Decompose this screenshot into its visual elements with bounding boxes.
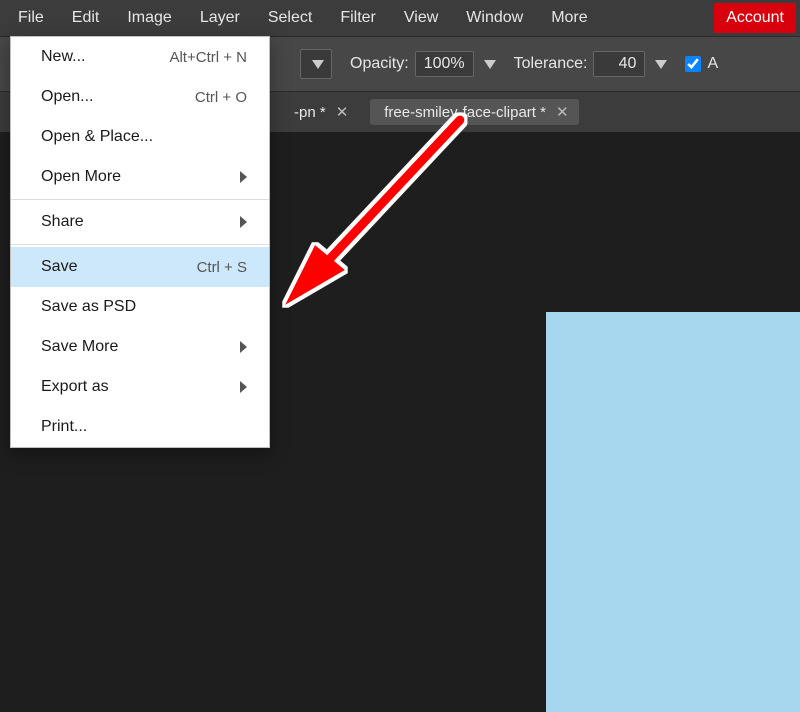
chevron-right-icon [240,216,247,228]
anti-alias-checkbox[interactable] [685,56,701,72]
menu-item-label: Export as [41,378,109,396]
account-button[interactable]: Account [714,3,796,33]
menu-open-and-place[interactable]: Open & Place... [11,117,269,157]
menu-save-as-psd[interactable]: Save as PSD [11,287,269,327]
menu-item-shortcut: Ctrl + S [197,259,247,276]
menu-item-label: Open More [41,168,121,186]
menu-select[interactable]: Select [254,0,326,36]
menu-item-label: Save More [41,338,118,356]
menu-filter[interactable]: Filter [326,0,390,36]
artboard[interactable] [546,312,800,712]
tab-label: -pn * [294,104,326,121]
menu-image[interactable]: Image [113,0,185,36]
document-tab[interactable]: -pn * ✕ [280,99,358,125]
menu-export-as[interactable]: Export as [11,367,269,407]
menu-item-label: Print... [41,418,87,436]
menu-view[interactable]: View [390,0,452,36]
file-menu-dropdown: New... Alt+Ctrl + N Open... Ctrl + O Ope… [10,36,270,448]
tolerance-value[interactable]: 40 [593,51,645,77]
menu-layer[interactable]: Layer [186,0,254,36]
menu-edit[interactable]: Edit [58,0,114,36]
chevron-right-icon [240,341,247,353]
menu-save[interactable]: Save Ctrl + S [11,247,269,287]
menubar: File Edit Image Layer Select Filter View… [0,0,800,36]
menu-share[interactable]: Share [11,202,269,242]
opacity-label: Opacity: [350,55,409,73]
menu-save-more[interactable]: Save More [11,327,269,367]
menu-separator [11,244,269,245]
menu-item-shortcut: Ctrl + O [195,89,247,106]
menu-item-label: New... [41,48,85,66]
opacity-value[interactable]: 100% [415,51,474,77]
chevron-down-icon[interactable] [484,60,496,69]
menu-more[interactable]: More [537,0,601,36]
close-icon[interactable]: ✕ [556,103,569,121]
menu-item-label: Open... [41,88,93,106]
menu-item-label: Save [41,258,77,276]
tab-label: free-smiley-face-clipart * [384,104,546,121]
menu-item-shortcut: Alt+Ctrl + N [169,49,247,66]
menu-open-more[interactable]: Open More [11,157,269,197]
close-icon[interactable]: ✕ [336,103,349,121]
document-tab[interactable]: free-smiley-face-clipart * ✕ [370,99,578,125]
chevron-right-icon [240,381,247,393]
menu-item-label: Open & Place... [41,128,153,146]
menu-separator [11,199,269,200]
anti-alias-label: A [707,55,718,73]
chevron-down-icon[interactable] [655,60,667,69]
menu-open[interactable]: Open... Ctrl + O [11,77,269,117]
menu-item-label: Share [41,213,84,231]
menu-new[interactable]: New... Alt+Ctrl + N [11,37,269,77]
menu-window[interactable]: Window [452,0,537,36]
chevron-right-icon [240,171,247,183]
menu-print[interactable]: Print... [11,407,269,447]
chevron-down-icon [312,60,324,69]
menu-file[interactable]: File [4,0,58,36]
menu-item-label: Save as PSD [41,298,136,316]
blend-mode-select[interactable] [300,49,332,79]
tolerance-label: Tolerance: [514,55,588,73]
